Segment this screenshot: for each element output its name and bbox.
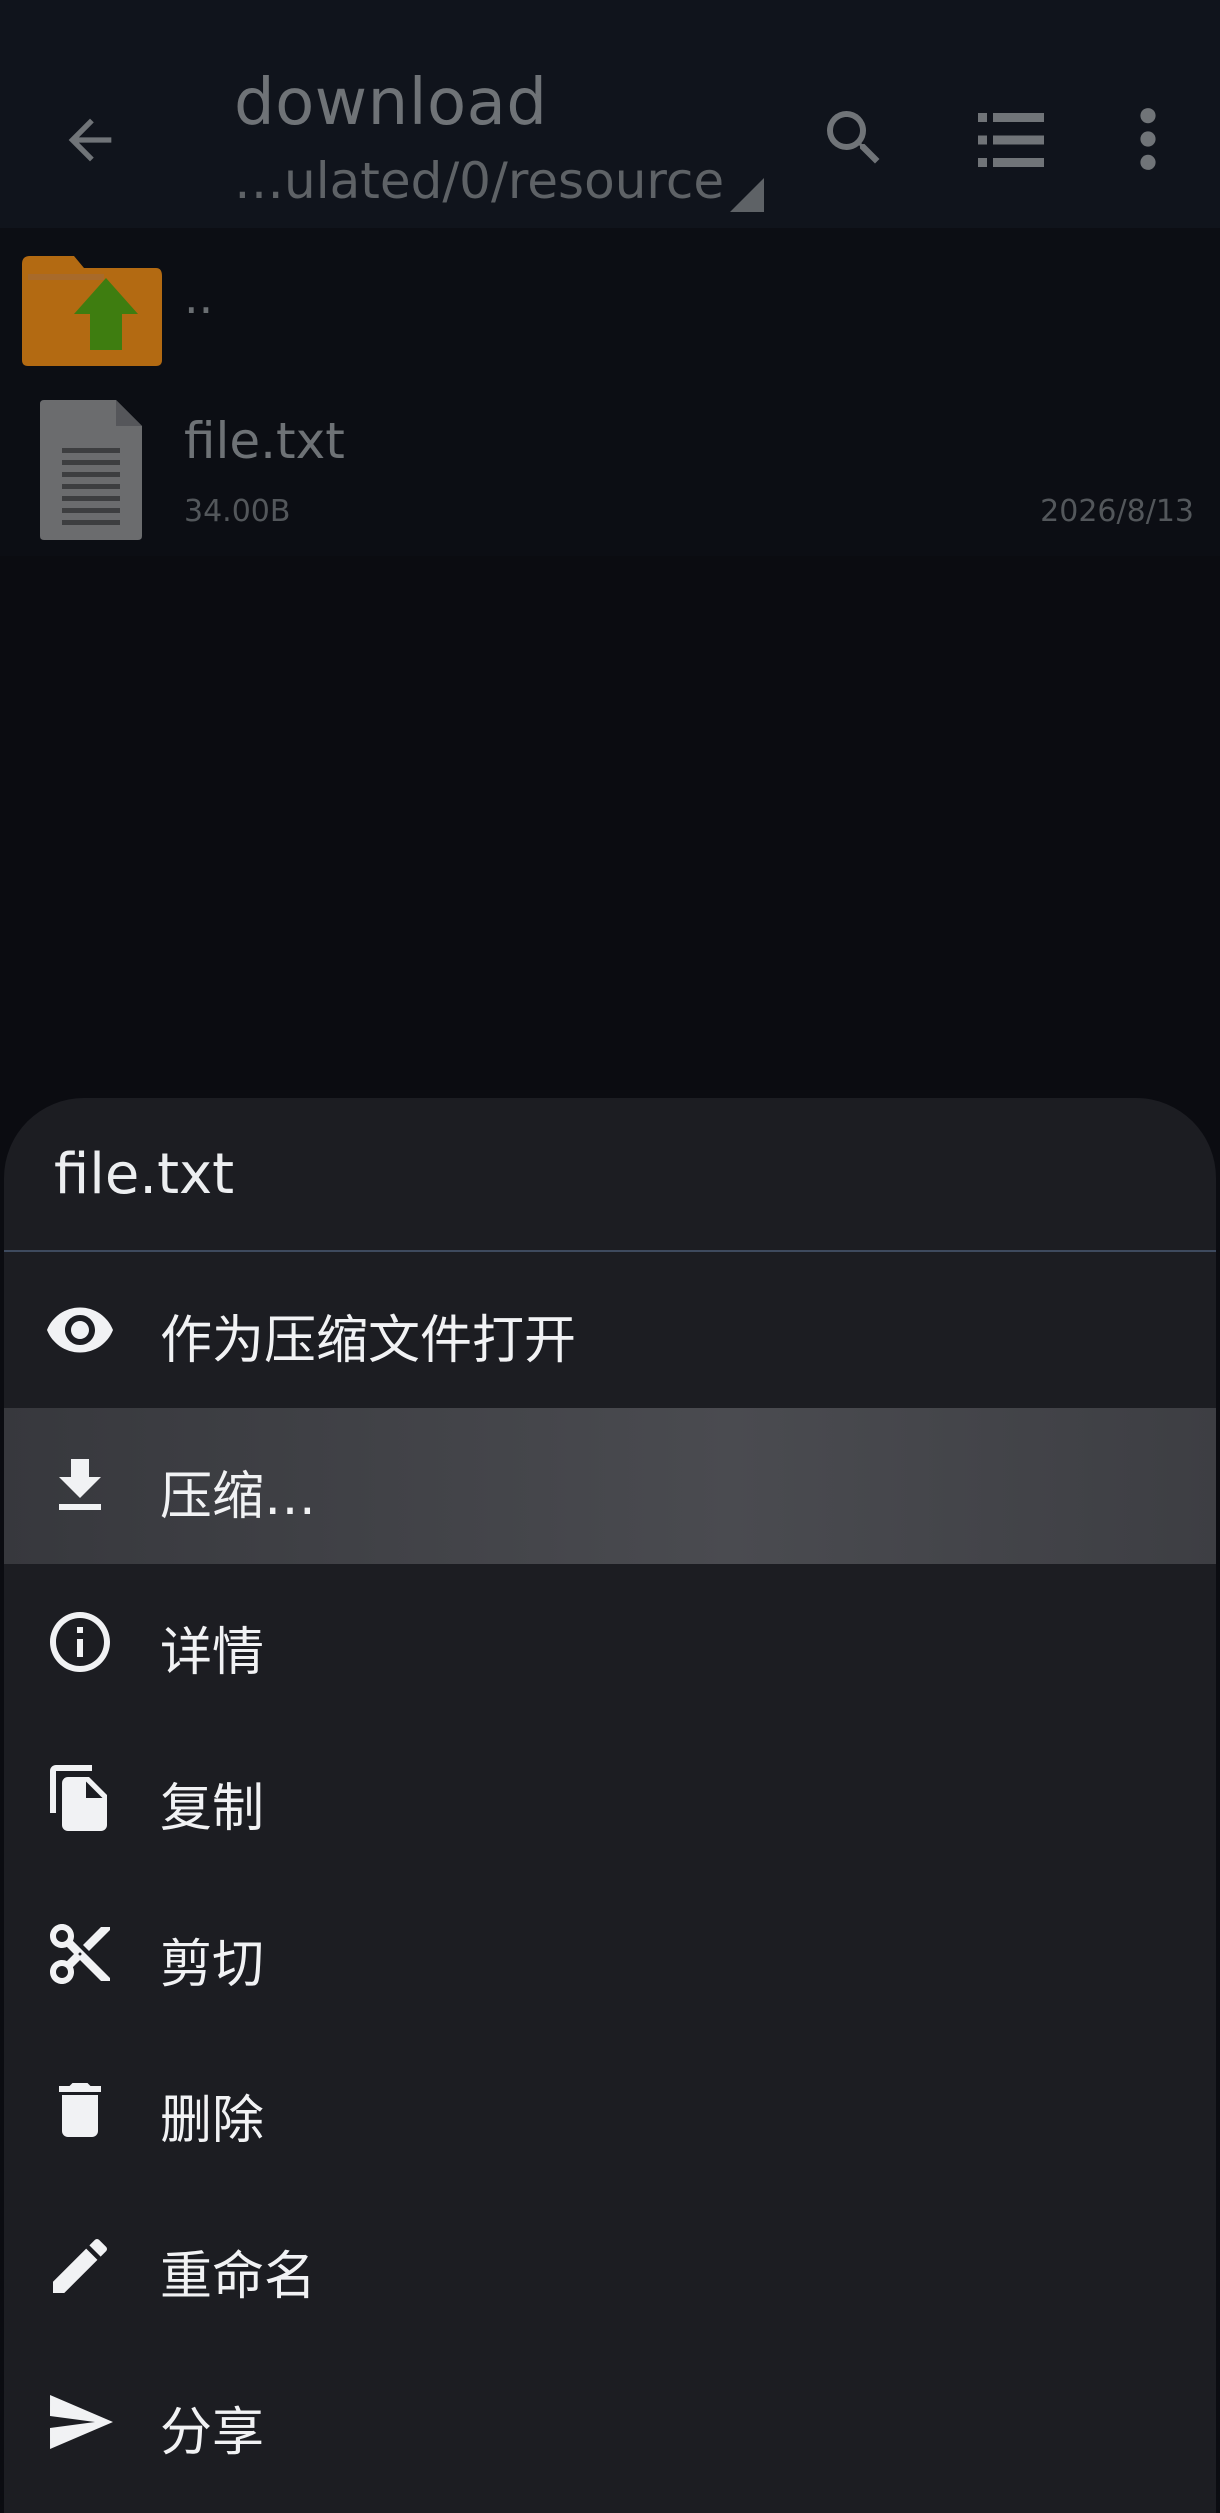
parent-directory-row[interactable]: .. [0,228,1220,376]
eye-icon [47,1307,113,1353]
file-name: file.txt [184,412,345,470]
file-size: 34.00B [184,494,291,529]
path-subtitle[interactable]: …ulated/0/resource [234,152,724,210]
page-title: download [234,66,548,140]
parent-directory-label: .. [184,270,214,324]
send-icon [50,2395,113,2449]
menu-item-compress[interactable]: 压缩… [4,1408,1216,1564]
pencil-icon [53,2238,108,2293]
text-file-icon [40,400,142,540]
info-icon [50,1612,110,1672]
menu-item-rename[interactable]: 重命名 [4,2188,1216,2344]
menu-item-label: 作为压缩文件打开 [160,1311,577,1371]
path-dropdown-icon[interactable] [730,178,764,212]
menu-item-details[interactable]: 详情 [4,1564,1216,1720]
more-options-icon[interactable] [1130,104,1166,174]
menu-item-share[interactable]: 分享 [4,2344,1216,2500]
file-row[interactable]: file.txt 34.00B 2026/8/13 [0,376,1220,556]
download-icon [59,1459,101,1510]
copy-icon [50,1765,107,1831]
folder-up-icon [22,256,162,366]
list-view-icon[interactable] [978,110,1044,170]
file-actions-sheet: file.txt 作为压缩文件打开 压缩… 详情 复制 剪切 删除 重命名 分享 [4,1098,1216,2513]
menu-item-copy[interactable]: 复制 [4,1720,1216,1876]
menu-item-cut[interactable]: 剪切 [4,1876,1216,2032]
trash-icon [59,2083,101,2137]
menu-item-label: 复制 [160,1779,265,1839]
menu-item-label: 详情 [160,1623,265,1683]
menu-item-label: 分享 [160,2403,265,2463]
back-arrow-icon[interactable] [58,108,122,172]
menu-item-open-as-archive[interactable]: 作为压缩文件打开 [4,1252,1216,1408]
app-bar: download …ulated/0/resource [0,0,1220,228]
menu-item-label: 剪切 [160,1935,265,1995]
menu-item-label: 压缩… [160,1467,317,1527]
sheet-title: file.txt [54,1142,235,1207]
scissors-icon [50,1924,110,1984]
search-icon[interactable] [818,102,890,174]
menu-item-label: 重命名 [160,2247,317,2307]
menu-item-delete[interactable]: 删除 [4,2032,1216,2188]
file-date: 2026/8/13 [1040,494,1194,529]
menu-item-label: 删除 [160,2091,265,2151]
